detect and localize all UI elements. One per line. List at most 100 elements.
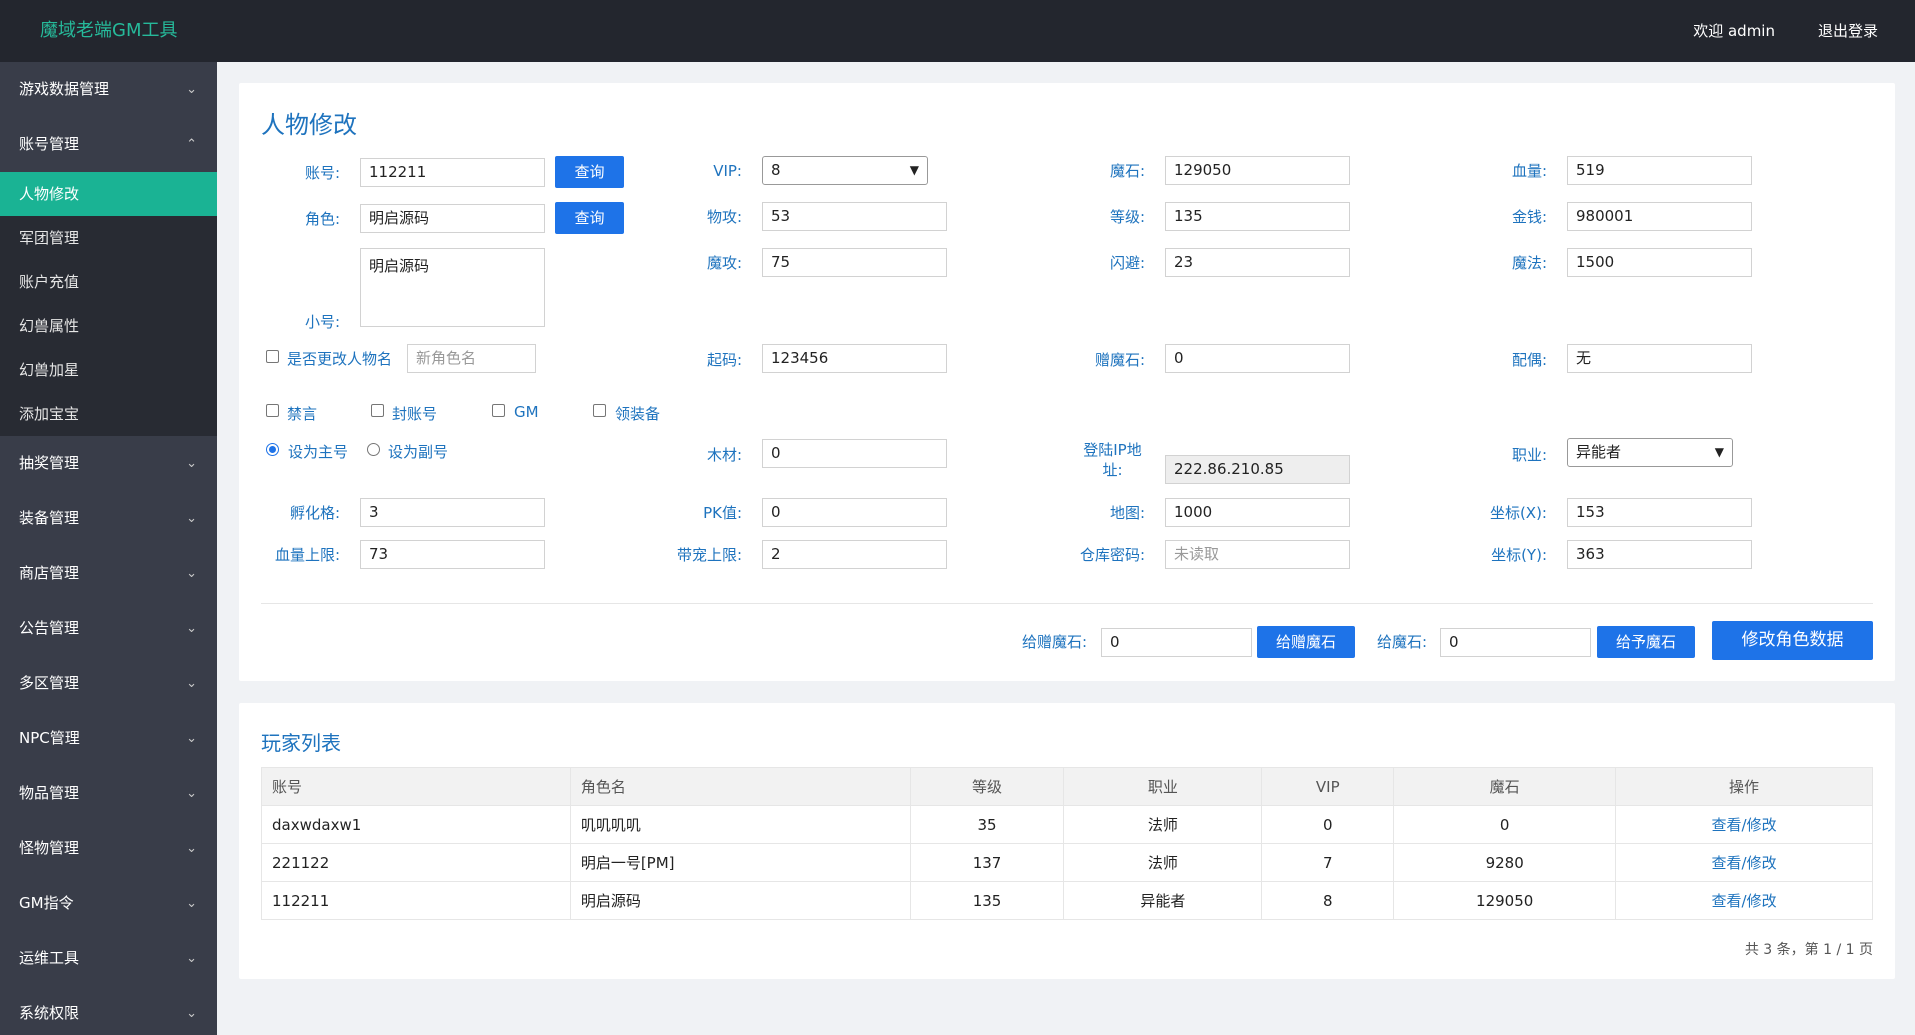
chevron-down-icon: ⌄ <box>186 621 197 636</box>
sidebar-group-label: 公告管理 <box>19 619 80 637</box>
set-sub-radio[interactable] <box>367 443 380 456</box>
mp-label: 魔法: <box>1511 254 1547 272</box>
sidebar: 游戏数据管理 ⌄ 账号管理 ⌃ 人物修改 军团管理 账户充值 幻兽属性 幻兽加星… <box>0 62 217 1035</box>
mute-checkbox[interactable] <box>266 404 279 417</box>
hatch-input[interactable]: 3 <box>360 498 545 527</box>
new-name-input[interactable]: 新角色名 <box>407 344 536 373</box>
col-header-vip: VIP <box>1261 767 1395 806</box>
sidebar-group-npc[interactable]: NPC管理 ⌄ <box>0 711 217 766</box>
sidebar-group-label: 账号管理 <box>19 135 80 153</box>
sidebar-group-multi-zone[interactable]: 多区管理 ⌄ <box>0 656 217 711</box>
coord-y-input[interactable]: 363 <box>1567 540 1752 569</box>
sidebar-group-lottery[interactable]: 抽奖管理 ⌄ <box>0 436 217 491</box>
sidebar-group-label: NPC管理 <box>19 729 80 747</box>
sidebar-group-label: 运维工具 <box>19 949 80 967</box>
matk-label: 魔攻: <box>706 254 742 272</box>
sidebar-group-shop[interactable]: 商店管理 ⌄ <box>0 546 217 601</box>
pet-max-label: 带宠上限: <box>676 546 742 564</box>
cell-level: 35 <box>909 805 1065 844</box>
gift-stone-input[interactable]: 0 <box>1165 344 1350 373</box>
query-role-button[interactable]: 查询 <box>555 202 624 234</box>
patk-input[interactable]: 53 <box>762 202 947 231</box>
sidebar-group-items[interactable]: 物品管理 ⌄ <box>0 766 217 821</box>
welcome-text: 欢迎 admin <box>1693 22 1775 40</box>
submit-character-button[interactable]: 修改角色数据 <box>1712 621 1873 660</box>
chevron-down-icon: ⌄ <box>186 511 197 526</box>
col-header-account: 账号 <box>261 767 571 806</box>
alt-accounts-textarea[interactable]: 明启源码 <box>360 248 545 327</box>
sidebar-group-equipment[interactable]: 装备管理 ⌄ <box>0 491 217 546</box>
sidebar-group-label: 多区管理 <box>19 674 80 692</box>
level-label: 等级: <box>1109 208 1145 226</box>
matk-input[interactable]: 75 <box>762 248 947 277</box>
rename-checkbox[interactable] <box>266 350 279 363</box>
hp-max-input[interactable]: 73 <box>360 540 545 569</box>
chevron-down-icon: ⌄ <box>186 896 197 911</box>
sidebar-item-recharge[interactable]: 账户充值 <box>0 260 217 304</box>
map-input[interactable]: 1000 <box>1165 498 1350 527</box>
cell-vip: 8 <box>1261 881 1395 920</box>
dodge-label: 闪避: <box>1109 254 1145 272</box>
gm-checkbox[interactable] <box>492 404 505 417</box>
mp-input[interactable]: 1500 <box>1567 248 1752 277</box>
query-account-button[interactable]: 查询 <box>555 156 624 188</box>
money-input[interactable]: 980001 <box>1567 202 1752 231</box>
sidebar-item-legion[interactable]: 军团管理 <box>0 216 217 260</box>
dodge-input[interactable]: 23 <box>1165 248 1350 277</box>
hp-input[interactable]: 519 <box>1567 156 1752 185</box>
sidebar-group-gm-commands[interactable]: GM指令 ⌄ <box>0 876 217 931</box>
ban-account-checkbox[interactable] <box>371 404 384 417</box>
pagination-info: 共 3 条，第 1 / 1 页 <box>1744 942 1873 958</box>
sidebar-item-character-edit[interactable]: 人物修改 <box>0 172 217 216</box>
cell-stone: 9280 <box>1393 843 1617 882</box>
account-input[interactable]: 112211 <box>360 158 545 187</box>
pk-input[interactable]: 0 <box>762 498 947 527</box>
give-stone-input[interactable]: 0 <box>1440 628 1591 657</box>
level-input[interactable]: 135 <box>1165 202 1350 231</box>
sidebar-group-account[interactable]: 账号管理 ⌃ <box>0 117 217 172</box>
magic-stone-input[interactable]: 129050 <box>1165 156 1350 185</box>
sidebar-group-notice[interactable]: 公告管理 ⌄ <box>0 601 217 656</box>
sidebar-group-game-data[interactable]: 游戏数据管理 ⌄ <box>0 62 217 117</box>
divider <box>261 603 1873 604</box>
sidebar-item-pet-star[interactable]: 幻兽加星 <box>0 348 217 392</box>
sidebar-group-monsters[interactable]: 怪物管理 ⌄ <box>0 821 217 876</box>
pet-max-input[interactable]: 2 <box>762 540 947 569</box>
pk-label: PK值: <box>703 504 742 522</box>
sidebar-group-permissions[interactable]: 系统权限 ⌄ <box>0 986 217 1035</box>
warehouse-pwd-label: 仓库密码: <box>1079 546 1145 564</box>
give-gift-stone-input[interactable]: 0 <box>1101 628 1252 657</box>
qima-input[interactable]: 123456 <box>762 344 947 373</box>
warehouse-pwd-input[interactable]: 未读取 <box>1165 540 1350 569</box>
coord-x-input[interactable]: 153 <box>1567 498 1752 527</box>
set-main-radio[interactable] <box>266 443 279 456</box>
view-edit-link[interactable]: 查看/修改 <box>1615 805 1873 844</box>
sidebar-item-pet-attr[interactable]: 幻兽属性 <box>0 304 217 348</box>
hp-label: 血量: <box>1511 162 1547 180</box>
spouse-input[interactable]: 无 <box>1567 344 1752 373</box>
logout-link[interactable]: 退出登录 <box>1818 20 1878 41</box>
vip-select[interactable]: 8 ▼ <box>762 156 928 185</box>
job-select[interactable]: 异能者 ▼ <box>1567 438 1733 467</box>
claim-equip-checkbox[interactable] <box>593 404 606 417</box>
cell-level: 135 <box>909 881 1065 920</box>
view-edit-link[interactable]: 查看/修改 <box>1615 843 1873 882</box>
page-title: 人物修改 <box>261 111 357 139</box>
chevron-down-icon: ⌄ <box>186 786 197 801</box>
claim-equip-label: 领装备 <box>615 405 661 423</box>
hp-max-label: 血量上限: <box>274 546 340 564</box>
table-row: daxwdaxw1 叽叽叽叽 35 法师 0 0 查看/修改 <box>261 805 1873 844</box>
give-stone-button[interactable]: 给予魔石 <box>1597 626 1695 658</box>
view-edit-link[interactable]: 查看/修改 <box>1615 881 1873 920</box>
sidebar-item-add-baby[interactable]: 添加宝宝 <box>0 392 217 436</box>
sidebar-group-ops-tools[interactable]: 运维工具 ⌄ <box>0 931 217 986</box>
chevron-down-icon: ⌄ <box>186 82 197 97</box>
chevron-up-icon: ⌃ <box>186 137 197 152</box>
mute-label: 禁言 <box>287 405 318 423</box>
table-row: 221122 明启一号[PM] 137 法师 7 9280 查看/修改 <box>261 843 1873 882</box>
coord-y-label: 坐标(Y): <box>1491 546 1547 564</box>
role-input[interactable]: 明启源码 <box>360 204 545 233</box>
give-gift-stone-button[interactable]: 给赠魔石 <box>1257 626 1355 658</box>
magic-stone-label: 魔石: <box>1109 162 1145 180</box>
wood-input[interactable]: 0 <box>762 439 947 468</box>
